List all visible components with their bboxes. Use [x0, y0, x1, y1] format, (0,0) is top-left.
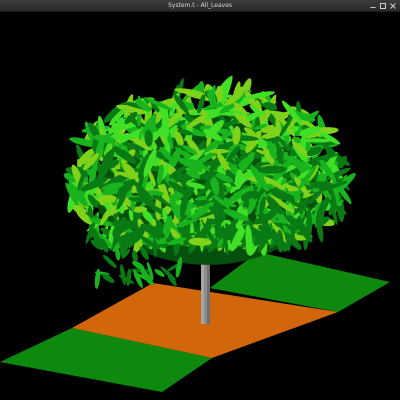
maximize-icon[interactable] [379, 2, 387, 10]
leaf [209, 149, 229, 154]
minimize-icon[interactable] [369, 2, 377, 10]
app-window: System.t - All_Leaves [0, 0, 400, 400]
scene-canvas[interactable] [0, 12, 400, 400]
window-controls [369, 2, 397, 10]
window-title: System.t - All_Leaves [167, 2, 233, 9]
title-bar[interactable]: System.t - All_Leaves [0, 0, 400, 12]
close-icon[interactable] [389, 2, 397, 10]
3d-viewport[interactable] [0, 12, 400, 400]
leaf [111, 122, 135, 129]
